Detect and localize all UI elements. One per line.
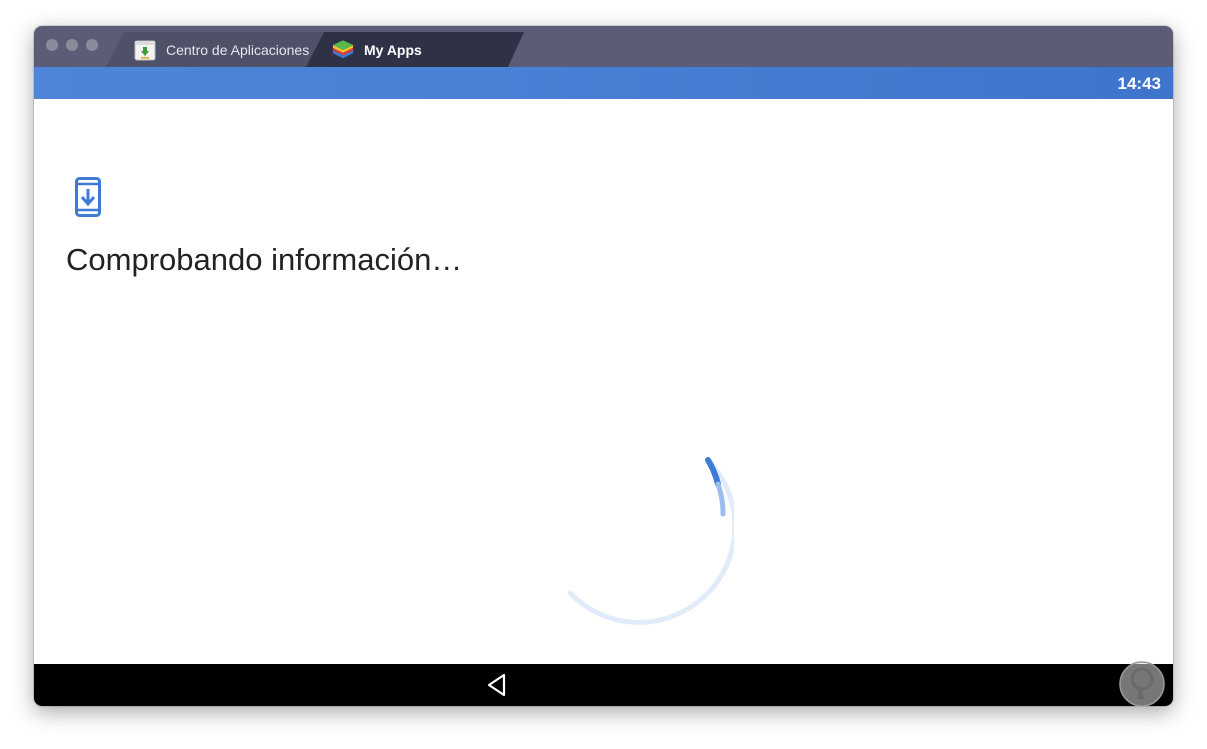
bluestacks-layers-icon (332, 39, 354, 61)
page-title: Comprobando información… (66, 242, 463, 277)
close-window-button[interactable] (46, 39, 58, 51)
tab-centro-de-aplicaciones[interactable]: Centro de Aplicaciones (106, 32, 324, 67)
minimize-window-button[interactable] (66, 39, 78, 51)
loading-spinner (567, 457, 734, 625)
solvetic-logo-icon (1119, 661, 1165, 706)
zoom-window-button[interactable] (86, 39, 98, 51)
tab-label: Centro de Aplicaciones (166, 41, 310, 58)
android-nav-bar (34, 661, 1173, 706)
android-status-bar: 14:43 (34, 67, 1173, 99)
tab-my-apps[interactable]: My Apps (306, 32, 524, 67)
status-clock: 14:43 (1117, 74, 1161, 93)
main-content: Comprobando información… (34, 99, 1173, 664)
phone-download-icon (75, 177, 101, 217)
app-center-icon (134, 39, 156, 61)
title-bar: Centro de Aplicaciones My Apps (34, 26, 1173, 67)
back-triangle-icon[interactable] (483, 670, 513, 700)
app-window: Centro de Aplicaciones My Apps 14:43 Com… (34, 26, 1173, 706)
tab-label: My Apps (364, 41, 422, 58)
